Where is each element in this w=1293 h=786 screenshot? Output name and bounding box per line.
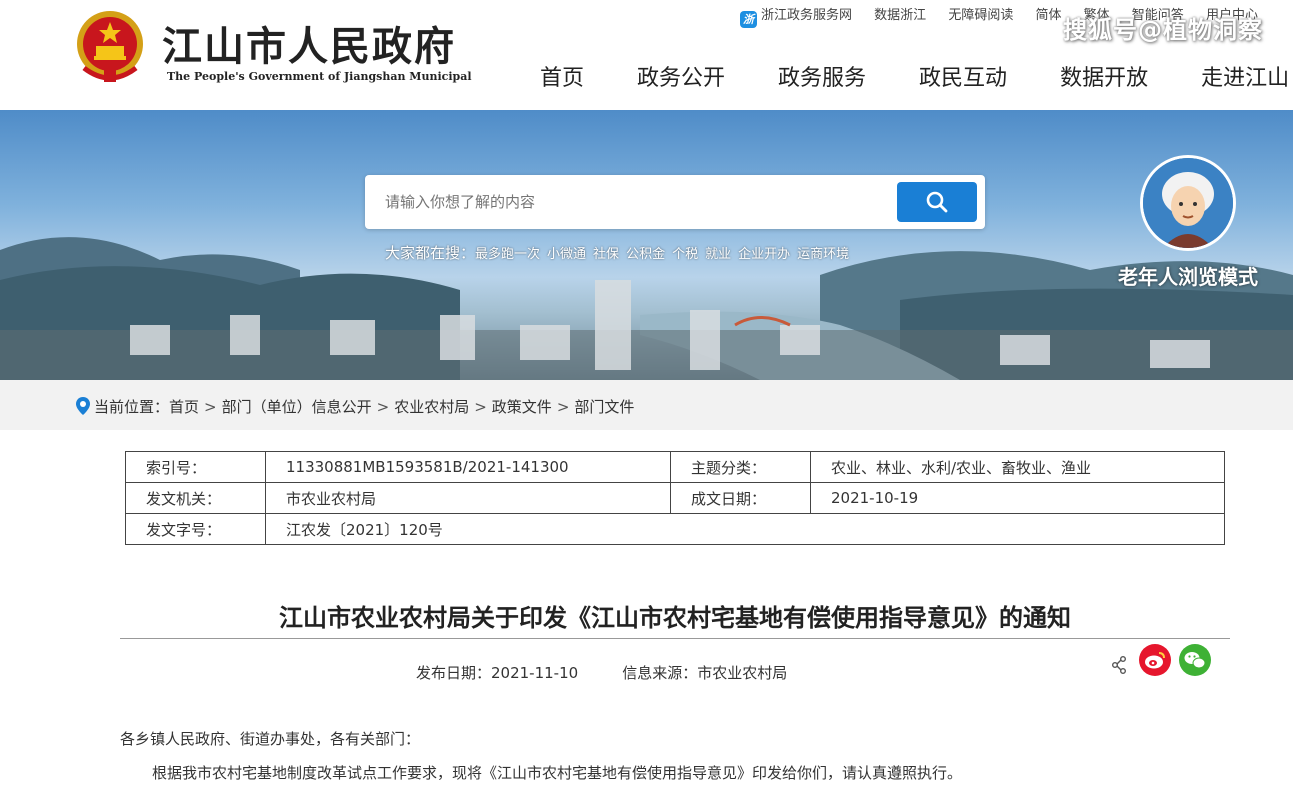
zhejiang-service-icon: 浙	[740, 11, 757, 28]
nav-home[interactable]: 首页	[540, 60, 584, 92]
top-link-accessibility[interactable]: 无障碍阅读	[948, 8, 1013, 23]
title-divider	[120, 638, 1230, 639]
hot-keyword[interactable]: 企业开办	[738, 247, 790, 262]
hero-banner: 大家都在搜：最多跑一次 小微通 社保 公积金 个税 就业 企业开办 运商环境 老年人浏览模式	[0, 110, 1293, 380]
issuer-value: 市农业农村局	[265, 482, 671, 514]
article-body-paragraph: 根据我市农村宅基地制度改革试点工作要求，现将《江山市农村宅基地有偿使用指导意见》…	[152, 764, 963, 782]
top-link-simplified[interactable]: 简体	[1035, 8, 1061, 23]
breadcrumb-item-dept-info[interactable]: 部门（单位）信息公开	[222, 398, 372, 416]
topic-label: 主题分类：	[670, 451, 811, 483]
main-nav: 首页 政务公开 政务服务 政民互动 数据开放 走进江山	[540, 60, 1289, 92]
date-value: 2021-10-19	[810, 482, 1225, 514]
hot-searches-label: 大家都在搜：	[385, 244, 476, 262]
breadcrumb-item-agri-bureau[interactable]: 农业农村局	[394, 398, 469, 416]
article-title: 江山市农业农村局关于印发《江山市农村宅基地有偿使用指导意见》的通知	[279, 604, 1071, 632]
national-emblem-icon[interactable]	[74, 8, 146, 86]
watermark: 搜狐号@植物洞察	[1063, 16, 1263, 44]
publish-info: 发布日期：2021-11-10 信息来源：市农业农村局	[416, 662, 787, 683]
breadcrumb-item-dept-docs[interactable]: 部门文件	[574, 398, 634, 416]
top-link-zjzwfw[interactable]: 浙浙江政务服务网	[740, 8, 852, 28]
search-input[interactable]	[373, 183, 893, 221]
top-link-data-zj[interactable]: 数据浙江	[874, 8, 926, 23]
issuer-label: 发文机关：	[125, 482, 266, 514]
hot-keyword[interactable]: 个税	[672, 247, 698, 262]
table-row: 索引号： 11330881MB1593581B/2021-141300 主题分类…	[125, 451, 1225, 483]
article-salutation: 各乡镇人民政府、街道办事处，各有关部门：	[120, 730, 421, 748]
site-header: 江山市人民政府 The People's Government of Jiang…	[0, 0, 1293, 110]
topic-value: 农业、林业、水利/农业、畜牧业、渔业	[810, 451, 1225, 483]
elder-avatar-icon	[1140, 155, 1236, 251]
breadcrumb-item-home[interactable]: 首页	[169, 398, 199, 416]
elder-mode-label: 老年人浏览模式	[1118, 265, 1258, 289]
hot-keyword[interactable]: 小微通	[547, 247, 586, 262]
hot-keyword[interactable]: 运商环境	[797, 247, 849, 262]
hot-keyword[interactable]: 公积金	[626, 247, 665, 262]
wechat-share-icon[interactable]	[1179, 644, 1211, 676]
elder-mode-toggle[interactable]: 老年人浏览模式	[1108, 155, 1268, 295]
nav-interaction[interactable]: 政民互动	[919, 60, 1007, 92]
site-title[interactable]: 江山市人民政府	[162, 14, 456, 72]
table-row: 发文机关： 市农业农村局 成文日期： 2021-10-19	[125, 482, 1225, 514]
breadcrumb: 当前位置：首页 > 部门（单位）信息公开 > 农业农村局 > 政策文件 > 部门文件	[76, 396, 634, 419]
breadcrumb-bar: 当前位置：首页 > 部门（单位）信息公开 > 农业农村局 > 政策文件 > 部门文件	[0, 380, 1293, 430]
breadcrumb-separator: >	[376, 398, 390, 416]
location-pin-icon	[76, 397, 90, 419]
search-button[interactable]	[897, 182, 977, 222]
document-meta-table: 索引号： 11330881MB1593581B/2021-141300 主题分类…	[125, 451, 1225, 545]
hot-keyword[interactable]: 就业	[705, 247, 731, 262]
breadcrumb-separator: >	[204, 398, 217, 416]
hot-keyword[interactable]: 最多跑一次	[475, 247, 540, 262]
search-box	[365, 175, 985, 229]
publish-date: 发布日期：2021-11-10	[416, 664, 579, 682]
breadcrumb-item-policy-docs[interactable]: 政策文件	[492, 398, 552, 416]
hot-keyword[interactable]: 社保	[593, 247, 619, 262]
breadcrumb-prefix: 当前位置：	[94, 398, 170, 416]
hot-searches: 大家都在搜：最多跑一次 小微通 社保 公积金 个税 就业 企业开办 运商环境	[385, 242, 849, 263]
nav-about-jiangshan[interactable]: 走进江山	[1201, 60, 1289, 92]
index-label: 索引号：	[125, 451, 266, 483]
breadcrumb-separator: >	[474, 398, 487, 416]
site-subtitle: The People's Government of Jiangshan Mun…	[167, 70, 472, 83]
nav-open-data[interactable]: 数据开放	[1060, 60, 1148, 92]
info-source: 信息来源：市农业农村局	[622, 664, 788, 682]
nav-gov-services[interactable]: 政务服务	[778, 60, 866, 92]
search-icon	[926, 191, 948, 213]
breadcrumb-separator: >	[556, 398, 570, 416]
date-label: 成文日期：	[670, 482, 811, 514]
docno-value: 江农发〔2021〕120号	[265, 513, 1225, 545]
share-icon[interactable]	[1112, 656, 1126, 674]
nav-gov-affairs-open[interactable]: 政务公开	[637, 60, 725, 92]
index-value: 11330881MB1593581B/2021-141300	[265, 451, 671, 483]
weibo-share-icon[interactable]	[1139, 644, 1171, 676]
table-row: 发文字号： 江农发〔2021〕120号	[125, 513, 1225, 545]
docno-label: 发文字号：	[125, 513, 266, 545]
